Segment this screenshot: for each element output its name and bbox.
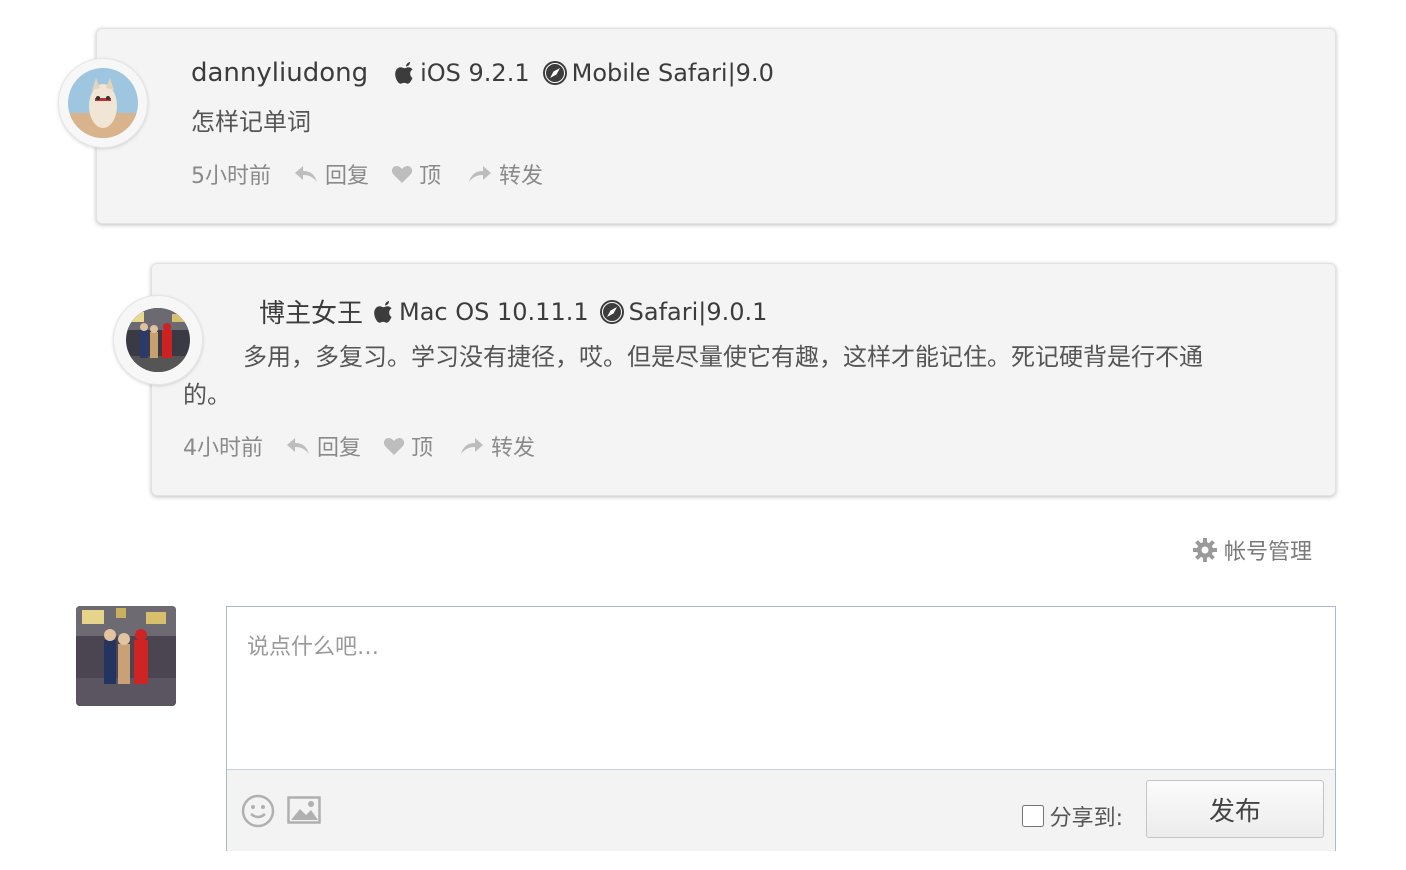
avatar[interactable] <box>113 295 203 385</box>
forward-arrow-icon <box>461 438 484 454</box>
os-info: iOS 9.2.1 <box>394 59 530 87</box>
account-settings-link[interactable]: 帐号管理 <box>1192 534 1312 566</box>
comment-input[interactable] <box>227 607 1335 769</box>
apple-icon <box>373 300 395 324</box>
forward-button[interactable]: 转发 <box>467 158 543 190</box>
compass-icon <box>542 60 568 86</box>
reply-arrow-icon <box>295 166 317 182</box>
comment-author[interactable]: dannyliudong <box>191 58 368 88</box>
current-user-avatar[interactable] <box>76 606 176 706</box>
comment-composer: 分享到: 发布 <box>226 606 1336 851</box>
gear-icon <box>1193 538 1217 562</box>
browser-info: Safari|9.0.1 <box>599 298 767 326</box>
image-icon[interactable] <box>287 796 321 824</box>
comment-text: 怎样记单词 <box>191 108 311 136</box>
comment-time: 4小时前 <box>183 436 263 461</box>
os-info: Mac OS 10.11.1 <box>373 298 589 326</box>
avatar-image <box>126 308 190 372</box>
composer-toolbar: 分享到: 发布 <box>227 769 1335 851</box>
heart-icon <box>383 438 405 455</box>
avatar-image <box>68 68 138 138</box>
comment-text-line: 的。 <box>183 381 231 409</box>
reply-button[interactable]: 回复 <box>293 158 369 190</box>
like-button[interactable]: 顶 <box>391 158 441 190</box>
comment-time: 5小时前 <box>191 164 271 189</box>
like-button[interactable]: 顶 <box>383 430 433 462</box>
forward-arrow-icon <box>469 166 492 182</box>
reply-arrow-icon <box>287 438 309 454</box>
share-checkbox[interactable] <box>1021 805 1044 827</box>
smiley-icon[interactable] <box>241 794 275 828</box>
forward-button[interactable]: 转发 <box>459 430 535 462</box>
avatar[interactable] <box>58 58 148 148</box>
apple-icon <box>394 61 416 85</box>
comment-author[interactable]: 博主女王 <box>259 293 363 330</box>
publish-button[interactable]: 发布 <box>1146 780 1324 838</box>
share-to-option[interactable]: 分享到: <box>1021 800 1123 832</box>
heart-icon <box>391 166 413 183</box>
comment-text-line: 多用，多复习。学习没有捷径，哎。但是尽量使它有趣，这样才能记住。死记硬背是行不通 <box>243 343 1203 371</box>
reply-button[interactable]: 回复 <box>285 430 361 462</box>
browser-info: Mobile Safari|9.0 <box>542 59 774 87</box>
compass-icon <box>599 299 625 325</box>
